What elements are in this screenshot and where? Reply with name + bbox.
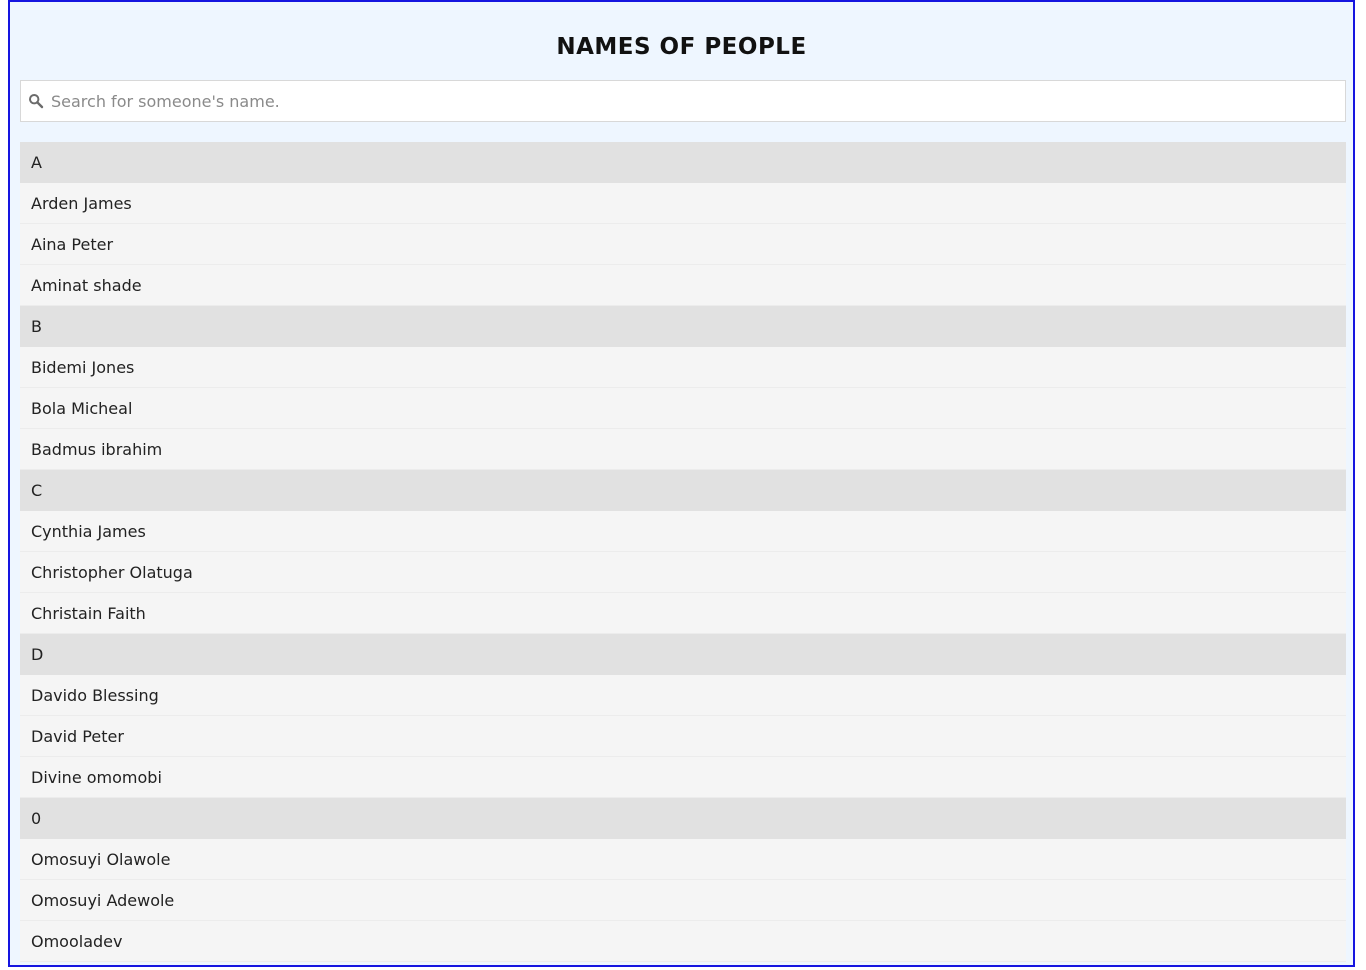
list-item[interactable]: Omosuyi Olawole [20, 839, 1346, 880]
list-item[interactable]: Bidemi Jones [20, 347, 1346, 388]
list-item[interactable]: Arden James [20, 183, 1346, 224]
group-header-c: C [20, 470, 1346, 511]
list-item[interactable]: Bola Micheal [20, 388, 1346, 429]
search-box[interactable] [20, 80, 1346, 122]
list-item[interactable]: Davido Blessing [20, 675, 1346, 716]
list-item[interactable]: Aminat shade [20, 265, 1346, 306]
search-input[interactable] [51, 81, 1331, 121]
page-title: NAMES OF PEOPLE [556, 34, 807, 60]
list-item[interactable]: David Peter [20, 716, 1346, 757]
group-header-a: A [20, 142, 1346, 183]
list-item[interactable]: Christopher Olatuga [20, 552, 1346, 593]
list-item[interactable]: Omooladev [20, 921, 1346, 962]
search-icon [28, 93, 44, 109]
list-item[interactable]: Omosuyi Adewole [20, 880, 1346, 921]
list-item[interactable]: Divine omomobi [20, 757, 1346, 798]
group-header-0: 0 [20, 798, 1346, 839]
list-item[interactable]: Christain Faith [20, 593, 1346, 634]
app-frame: NAMES OF PEOPLE A Arden James Aina Peter… [8, 0, 1355, 967]
list-item[interactable]: Cynthia James [20, 511, 1346, 552]
names-list: A Arden James Aina Peter Aminat shade B … [20, 142, 1346, 962]
list-item[interactable]: Aina Peter [20, 224, 1346, 265]
group-header-b: B [20, 306, 1346, 347]
list-item[interactable]: Badmus ibrahim [20, 429, 1346, 470]
group-header-d: D [20, 634, 1346, 675]
